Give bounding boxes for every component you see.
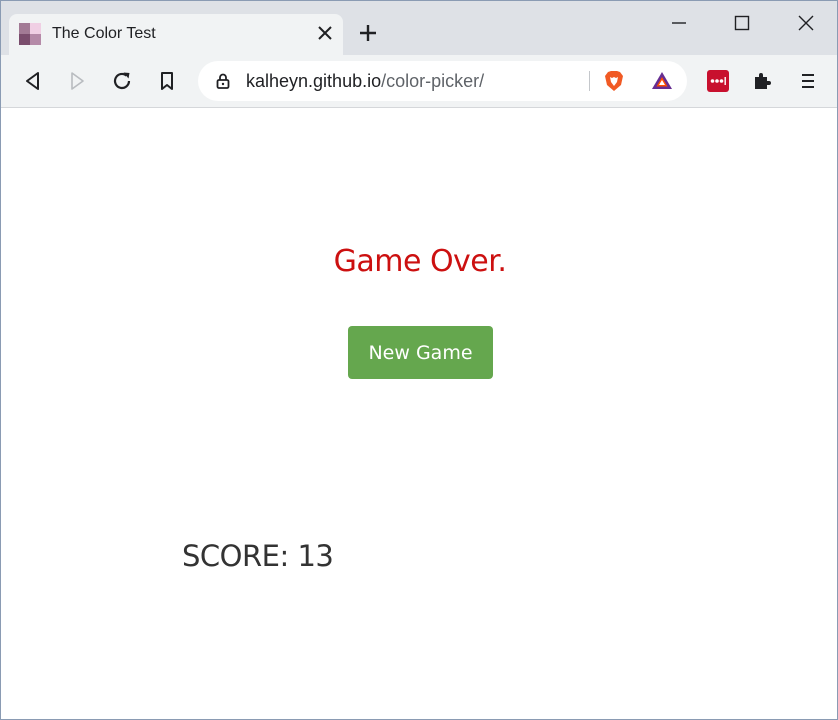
bat-triangle-icon[interactable] xyxy=(650,69,674,93)
puzzle-icon[interactable] xyxy=(751,69,775,93)
back-icon[interactable] xyxy=(21,69,45,93)
game-over-message: Game Over. xyxy=(333,244,507,279)
score-display: SCORE: 13 xyxy=(182,539,334,573)
reload-icon[interactable] xyxy=(110,69,134,93)
browser-toolbar: kalheyn.github.io/color-picker/ xyxy=(1,55,837,108)
tab-title: The Color Test xyxy=(52,25,156,42)
bookmark-icon[interactable] xyxy=(155,69,179,93)
new-game-button[interactable]: New Game xyxy=(348,326,493,379)
tab-color-test[interactable]: The Color Test xyxy=(9,14,343,55)
color-grid-favicon-icon xyxy=(19,23,41,45)
close-icon[interactable] xyxy=(316,24,334,42)
plus-icon[interactable] xyxy=(357,22,379,44)
url-host: kalheyn.github.io xyxy=(246,71,382,91)
close-window-icon[interactable] xyxy=(794,11,818,35)
forward-icon[interactable] xyxy=(65,69,89,93)
tab-strip: The Color Test xyxy=(1,1,837,55)
address-bar-divider xyxy=(589,71,590,91)
browser-window: The Color Test kalheyn.github.io/color-p… xyxy=(0,0,838,720)
lastpass-icon[interactable] xyxy=(706,69,730,93)
maximize-icon[interactable] xyxy=(730,11,754,35)
brave-lion-icon[interactable] xyxy=(602,69,626,93)
url-path: /color-picker/ xyxy=(381,71,485,91)
page-content: Game Over. New Game SCORE: 13 xyxy=(1,108,837,719)
url-text: kalheyn.github.io/color-picker/ xyxy=(246,71,484,92)
minimize-icon[interactable] xyxy=(667,11,691,35)
address-bar[interactable]: kalheyn.github.io/color-picker/ xyxy=(198,61,687,101)
lock-icon[interactable] xyxy=(214,72,232,90)
menu-icon[interactable] xyxy=(796,69,820,93)
